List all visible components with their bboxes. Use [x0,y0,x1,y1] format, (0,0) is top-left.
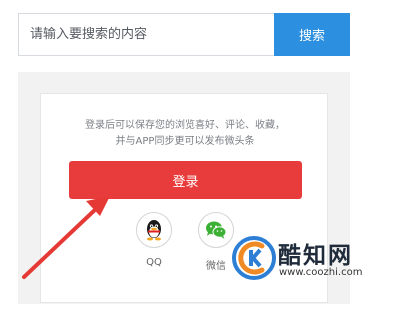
wechat-icon [206,221,227,239]
coozhi-logo-icon [232,236,276,280]
watermark-brand: 酷知网 [278,243,353,269]
search-bar: 搜索 [18,13,350,56]
watermark-url: www.coozhi.com [279,267,363,278]
login-button[interactable]: 登录 [69,161,302,199]
coozhi-watermark: 酷知网 www.coozhi.com [232,232,382,292]
login-prompt: 登录后可以保存您的浏览喜好、评论、收藏， 并与APP同步更可以发布微头条 [41,118,329,150]
qq-login-label: QQ [146,257,162,268]
qq-login-button[interactable] [136,212,172,248]
login-prompt-line1: 登录后可以保存您的浏览喜好、评论、收藏， [85,120,285,131]
search-input[interactable] [19,14,275,55]
wechat-login-button[interactable] [198,212,234,248]
qq-penguin-icon [147,220,161,241]
login-prompt-line2: 并与APP同步更可以发布微头条 [115,136,255,147]
search-button[interactable]: 搜索 [274,13,350,56]
wechat-login-label: 微信 [206,261,226,272]
